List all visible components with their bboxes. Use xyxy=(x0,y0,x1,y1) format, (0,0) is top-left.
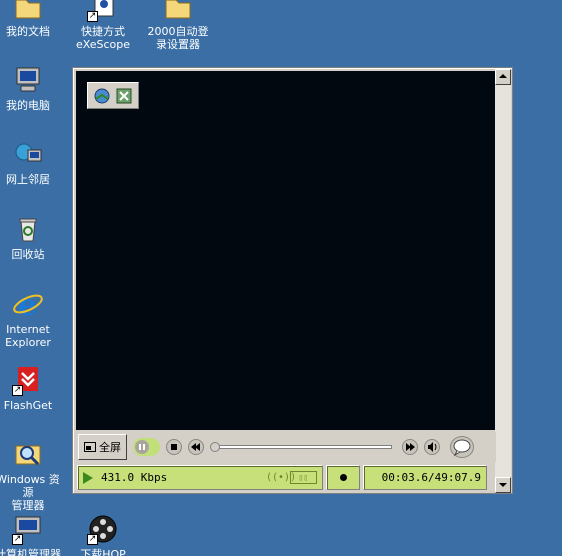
desktop-icon-internet-explorer[interactable]: e Internet Explorer xyxy=(0,288,64,349)
bitrate-display: 431.0 Kbps ((•)) ▯▯ xyxy=(77,465,323,490)
fast-forward-icon-second xyxy=(410,443,415,451)
status-bar: 431.0 Kbps ((•)) ▯▯ 00:03.6/49:07.9 xyxy=(76,463,496,492)
media-player-window[interactable]: 全屏 431.0 Kbps ((•)) ▯▯ 00:03.6/49:07.9 xyxy=(72,67,513,494)
desktop-icon-label: 下载HOP xyxy=(80,548,126,556)
chat-button[interactable] xyxy=(450,436,474,458)
record-dot-icon xyxy=(339,474,347,481)
desktop-icon-network[interactable]: 网上邻居 xyxy=(0,138,64,186)
desktop-icon-label: 我的电脑 xyxy=(6,99,50,112)
pause-button[interactable] xyxy=(133,438,160,456)
desktop-icon-label: 网上邻居 xyxy=(6,173,50,186)
desktop-icon-label: 我的文档 xyxy=(6,25,50,38)
video-display[interactable] xyxy=(76,71,496,430)
equalizer-icon[interactable]: ▯▯ xyxy=(290,471,317,484)
pause-icon xyxy=(135,440,149,454)
shortcut-arrow-icon: ↗ xyxy=(87,534,98,545)
internet-explorer-icon: e xyxy=(12,288,44,323)
time-display: 00:03.6/49:07.9 xyxy=(363,465,487,490)
shortcut-arrow-icon: ↗ xyxy=(12,534,23,545)
desktop-icon-label: Windows 资源 管理器 xyxy=(0,473,60,512)
scroll-down-button[interactable] xyxy=(495,477,511,493)
record-indicator xyxy=(326,465,360,490)
network-icon xyxy=(12,138,44,170)
desktop-icon-recycle-bin[interactable]: 回收站 xyxy=(0,213,64,261)
connect-icon xyxy=(94,88,110,103)
desktop-icon-label: Internet Explorer xyxy=(5,323,51,349)
speech-bubble-icon xyxy=(453,439,471,457)
exescope-icon: ↗ xyxy=(87,0,119,22)
desktop-icon-windows-explorer[interactable]: Windows 资源 管理器 xyxy=(0,438,64,512)
time-value: 00:03.6/49:07.9 xyxy=(381,471,481,484)
computer-manager-icon: ↗ xyxy=(12,513,44,545)
arrow-up-icon xyxy=(499,74,507,78)
seek-thumb[interactable] xyxy=(210,442,220,452)
desktop-icon-flashget[interactable]: ↗ FlashGet xyxy=(0,364,64,412)
folder-icon xyxy=(12,0,44,22)
vertical-scrollbar[interactable] xyxy=(495,69,511,493)
fast-forward-button[interactable] xyxy=(402,439,418,455)
desktop-icon-label: 2000自动登 录设置器 xyxy=(147,25,209,51)
scroll-up-button[interactable] xyxy=(495,69,511,85)
rewind-button[interactable] xyxy=(188,439,204,455)
folder-icon xyxy=(162,0,194,22)
desktop-icon-label: FlashGet xyxy=(3,399,53,412)
computer-icon xyxy=(12,64,44,96)
desktop-icon-my-documents[interactable]: 我的文档 xyxy=(0,0,64,38)
rewind-icon-second xyxy=(195,443,200,451)
fullscreen-label: 全屏 xyxy=(99,441,121,454)
desktop-icon-login-setup[interactable]: 2000自动登 录设置器 xyxy=(142,0,214,51)
bitrate-value: 431.0 Kbps xyxy=(101,471,168,484)
film-reel-icon: ↗ xyxy=(87,513,119,545)
fullscreen-icon xyxy=(84,442,96,452)
explorer-magnifier-icon xyxy=(12,438,44,470)
flashget-icon: ↗ xyxy=(12,364,44,396)
seek-slider[interactable] xyxy=(210,442,392,452)
arrow-down-icon xyxy=(499,483,507,487)
recycle-bin-icon xyxy=(12,213,44,245)
desktop-icon-my-computer[interactable]: 我的电脑 xyxy=(0,64,64,112)
stop-icon xyxy=(171,444,177,450)
desktop-icon-download[interactable]: ↗ 下载HOP xyxy=(67,513,139,556)
player-mode-toggle[interactable] xyxy=(87,82,139,109)
desktop-icon-exescope[interactable]: ↗ 快捷方式 eXeScope xyxy=(67,0,139,51)
desktop-icon-label: 计算机管理器 xyxy=(0,548,61,556)
speaker-icon xyxy=(428,442,437,452)
svg-text:e: e xyxy=(18,288,37,320)
close-panel-icon xyxy=(116,88,132,103)
desktop-icon-computer-manager[interactable]: ↗ 计算机管理器 xyxy=(0,513,64,556)
playback-controls: 全屏 xyxy=(76,432,496,462)
desktop-icon-label: 快捷方式 eXeScope xyxy=(75,25,131,51)
volume-button[interactable] xyxy=(424,439,440,455)
desktop-icon-label: 回收站 xyxy=(11,248,45,261)
stop-button[interactable] xyxy=(166,439,182,455)
shortcut-arrow-icon: ↗ xyxy=(12,385,23,396)
shortcut-arrow-icon: ↗ xyxy=(87,11,98,22)
play-icon[interactable] xyxy=(83,471,93,484)
fullscreen-button[interactable]: 全屏 xyxy=(78,434,127,460)
